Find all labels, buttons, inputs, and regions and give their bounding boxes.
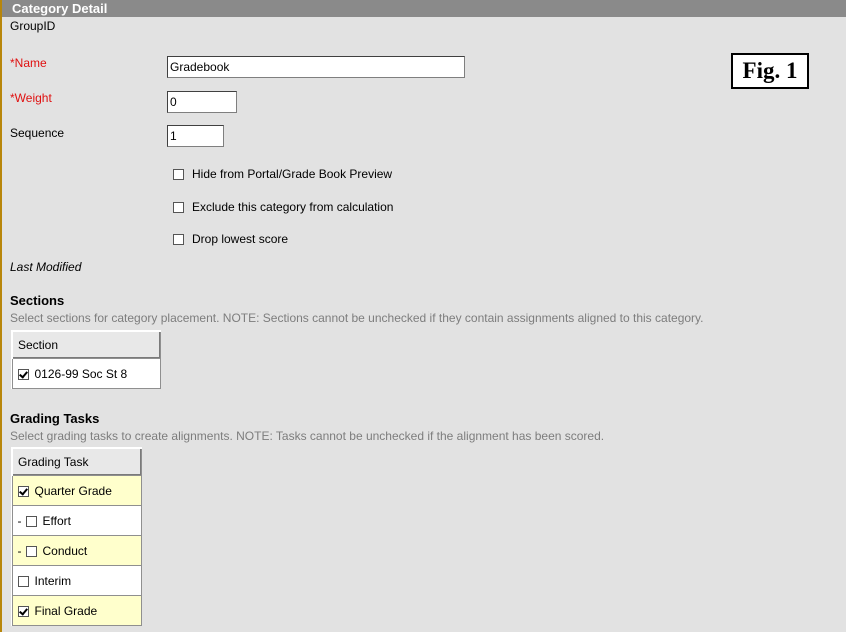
figure-label: Fig. 1: [731, 53, 809, 89]
sections-table: Section 0126-99 Soc St 8: [11, 330, 161, 389]
section-label: 0126-99 Soc St 8: [34, 366, 128, 381]
grading-task-label: Interim: [34, 573, 72, 588]
quarter-grade-checkbox[interactable]: [17, 485, 29, 497]
sequence-label: Sequence: [10, 126, 65, 140]
table-row: Quarter Grade: [11, 475, 142, 506]
name-label: *Name: [10, 56, 47, 70]
sections-hint: Select sections for category placement. …: [10, 311, 704, 325]
section-row-cell[interactable]: 0126-99 Soc St 8: [11, 358, 161, 389]
name-input[interactable]: [167, 56, 465, 78]
exclude-from-calculation-option[interactable]: Exclude this category from calculation: [173, 199, 393, 215]
hide-from-portal-option[interactable]: Hide from Portal/Grade Book Preview: [173, 166, 392, 182]
grading-tasks-table: Grading Task Quarter Grade - Effort - Cond…: [11, 447, 142, 626]
indent-dash: -: [17, 513, 22, 528]
exclude-from-calculation-checkbox[interactable]: [173, 202, 184, 214]
grading-task-label: Effort: [42, 513, 71, 528]
grading-task-column-header: Grading Task: [11, 447, 142, 476]
hide-from-portal-label: Hide from Portal/Grade Book Preview: [192, 167, 393, 181]
grading-task-label: Final Grade: [34, 603, 98, 618]
final-grade-checkbox[interactable]: [17, 605, 29, 617]
drop-lowest-score-label: Drop lowest score: [192, 232, 289, 246]
sequence-input[interactable]: [167, 125, 224, 147]
group-id-label: GroupID: [10, 19, 56, 33]
grading-tasks-hint: Select grading tasks to create alignment…: [10, 429, 605, 443]
grading-task-row-conduct[interactable]: - Conduct: [11, 535, 142, 566]
section-column-header: Section: [11, 330, 161, 359]
left-accent-border: [0, 0, 2, 632]
hide-from-portal-checkbox[interactable]: [173, 169, 184, 181]
section-checkbox[interactable]: [17, 368, 29, 380]
grading-tasks-title: Grading Tasks: [10, 411, 100, 426]
sections-title: Sections: [10, 293, 65, 308]
drop-lowest-score-option[interactable]: Drop lowest score: [173, 231, 288, 247]
weight-input[interactable]: [167, 91, 237, 113]
grading-task-row-effort[interactable]: - Effort: [11, 505, 142, 536]
grading-task-label: Quarter Grade: [34, 483, 112, 498]
conduct-checkbox[interactable]: [25, 545, 37, 557]
category-detail-header: Category Detail: [2, 0, 846, 17]
drop-lowest-score-checkbox[interactable]: [173, 234, 184, 246]
table-row: Final Grade: [11, 595, 142, 626]
last-modified-label: Last Modified: [10, 260, 82, 274]
table-row: - Conduct: [11, 535, 142, 566]
grading-task-row-quarter-grade[interactable]: Quarter Grade: [11, 475, 142, 506]
weight-label: *Weight: [10, 91, 52, 105]
interim-checkbox[interactable]: [17, 575, 29, 587]
indent-dash: -: [17, 543, 22, 558]
exclude-from-calculation-label: Exclude this category from calculation: [192, 200, 394, 214]
effort-checkbox[interactable]: [25, 515, 37, 527]
grading-task-row-final-grade[interactable]: Final Grade: [11, 595, 142, 626]
grading-task-label: Conduct: [42, 543, 88, 558]
table-row: - Effort: [11, 505, 142, 536]
grading-task-row-interim[interactable]: Interim: [11, 565, 142, 596]
table-row: Interim: [11, 565, 142, 596]
table-row: 0126-99 Soc St 8: [11, 358, 161, 389]
